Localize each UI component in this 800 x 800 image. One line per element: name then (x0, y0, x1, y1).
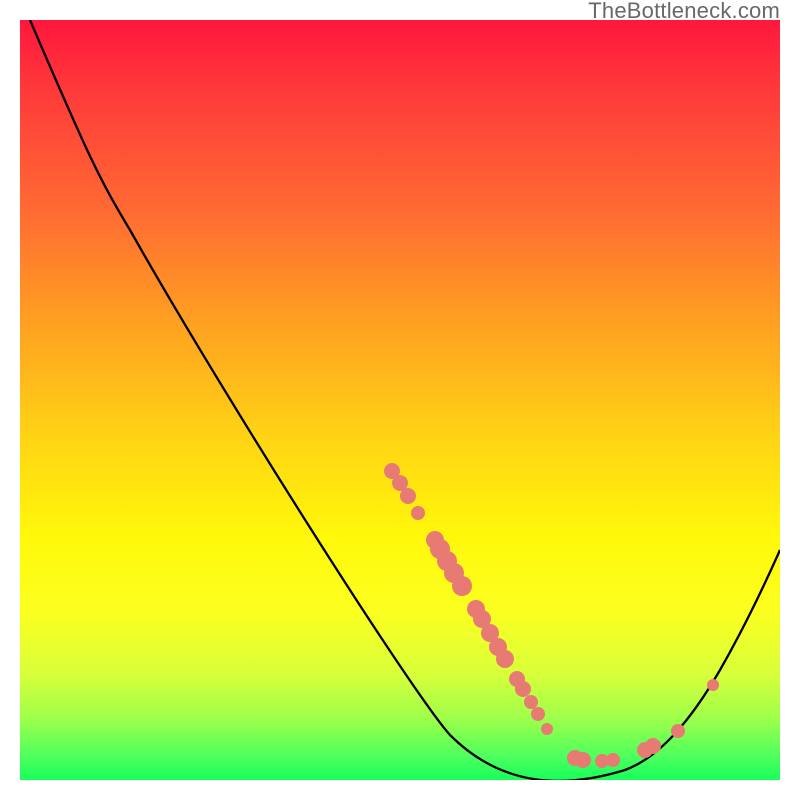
chart-root: TheBottleneck.com (0, 0, 800, 800)
curve-layer (20, 20, 780, 780)
data-point (541, 723, 553, 735)
bottleneck-curve (30, 20, 780, 780)
plot-area (20, 20, 780, 780)
data-point (452, 576, 472, 596)
data-point (496, 650, 514, 668)
data-point (606, 753, 620, 767)
data-point (411, 506, 425, 520)
data-point (531, 707, 545, 721)
data-point (707, 679, 719, 691)
data-point (671, 724, 685, 738)
watermark-text: TheBottleneck.com (588, 0, 780, 22)
data-point (400, 488, 416, 504)
data-point (515, 681, 531, 697)
scatter-points (384, 463, 719, 768)
data-point (645, 738, 661, 754)
data-point (524, 695, 538, 709)
data-point (575, 752, 591, 768)
